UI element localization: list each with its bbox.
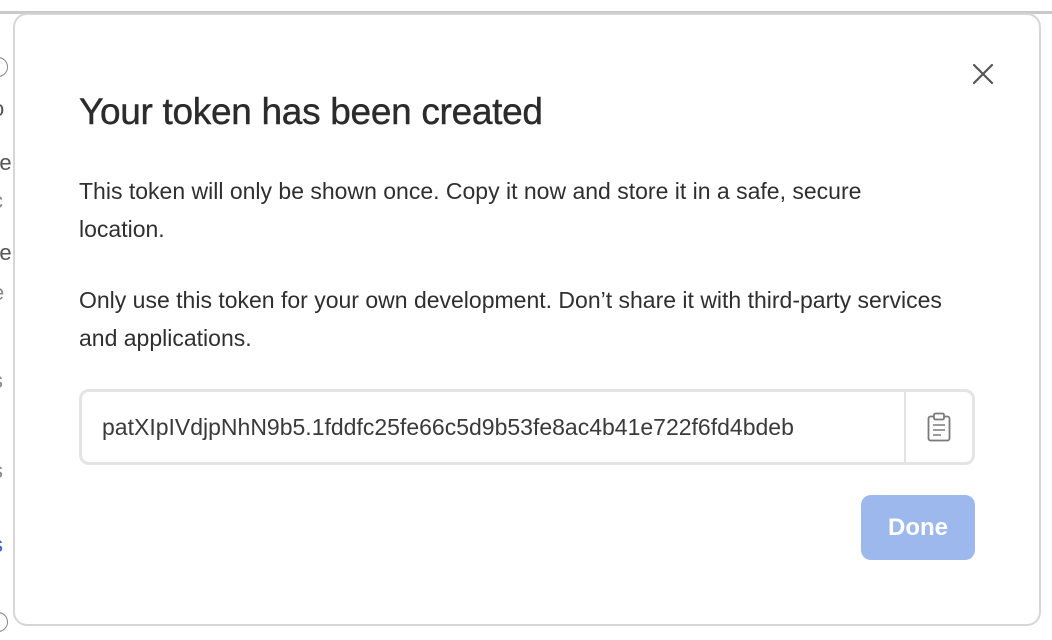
done-button[interactable]: Done [861,495,975,560]
close-button[interactable] [966,57,1000,91]
token-created-dialog: Your token has been created This token w… [13,13,1041,626]
background-text-fragment: s [0,458,3,484]
background-link-fragment[interactable]: s [0,532,3,558]
close-icon [972,63,994,85]
help-circle-icon [0,612,8,632]
token-field [79,389,975,465]
background-text-fragment: re [0,150,12,175]
clipboard-icon [927,412,951,442]
background-text-fragment: c [0,188,3,214]
background-text-fragment: o [0,96,4,122]
dialog-title: Your token has been created [79,91,543,132]
help-circle-icon [0,57,8,77]
usage-warning-message: Only use this token for your own develop… [79,287,942,351]
background-text-fragment: re [0,240,12,265]
token-input[interactable] [82,392,904,462]
copy-token-button[interactable] [906,392,972,462]
background-text-fragment: e [0,280,4,306]
background-text-fragment: s [0,368,3,394]
shown-once-message: This token will only be shown once. Copy… [79,178,862,242]
